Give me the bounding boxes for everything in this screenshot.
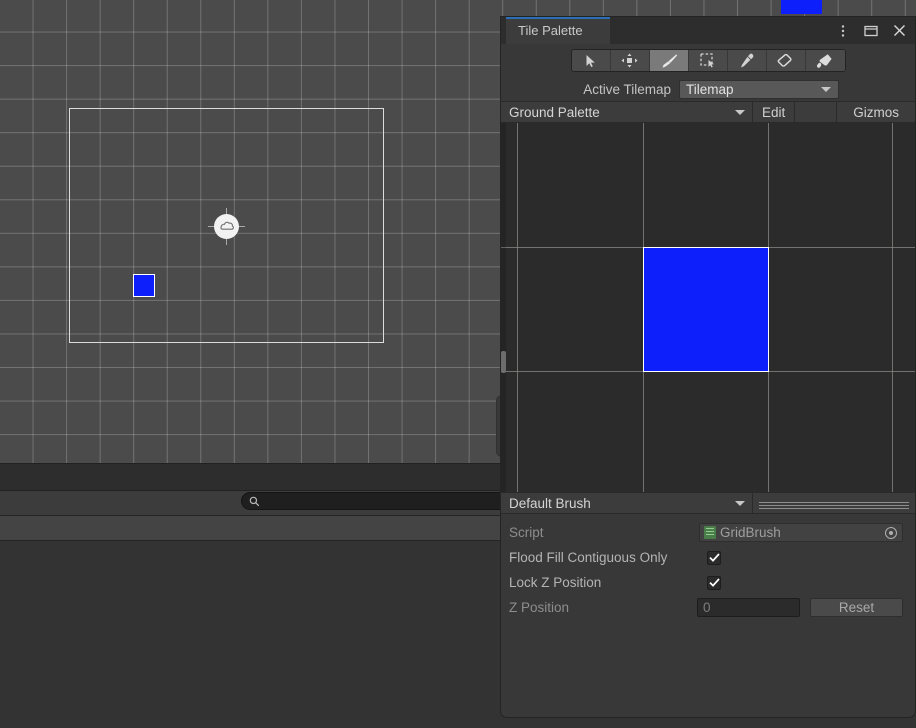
scrollbar-thumb[interactable] <box>501 351 506 373</box>
chevron-down-icon <box>735 110 745 115</box>
brush-inspector: Script GridBrush Flood Fill Contiguous O… <box>501 514 915 620</box>
paintbrush-icon <box>662 53 677 68</box>
z-position-input[interactable]: 0 <box>696 598 800 617</box>
tool-erase[interactable] <box>766 50 806 71</box>
lock-z-checkbox[interactable] <box>707 575 721 590</box>
slider-line <box>759 505 909 506</box>
slider-line <box>759 502 909 503</box>
background-blue-tile <box>781 0 822 14</box>
palette-gridline-v <box>517 123 518 492</box>
flood-fill-label: Flood Fill Contiguous Only <box>509 550 668 565</box>
maximize-icon[interactable] <box>863 23 879 39</box>
script-label: Script <box>509 525 544 540</box>
tile-palette-window: Tile Palette Active Tilemap Tilemap Grou… <box>500 16 916 718</box>
script-field-row: Script GridBrush <box>509 520 903 545</box>
scene-painted-tile <box>133 274 155 297</box>
tool-paint[interactable] <box>649 50 689 71</box>
palette-selector-row: Ground Palette Edit Gizmos <box>501 101 915 123</box>
brush-name: Default Brush <box>509 495 591 511</box>
arrow-cursor-icon <box>586 54 595 67</box>
palette-dropdown[interactable]: Ground Palette <box>501 102 753 122</box>
edit-button[interactable]: Edit <box>753 102 796 122</box>
flood-fill-row: Flood Fill Contiguous Only <box>509 545 903 570</box>
gizmos-button[interactable]: Gizmos <box>837 102 915 122</box>
palette-toolbar <box>501 44 915 77</box>
palette-title-bar: Tile Palette <box>501 17 915 44</box>
lock-z-row: Lock Z Position <box>509 570 903 595</box>
tool-select[interactable] <box>571 50 611 71</box>
brush-dropdown[interactable]: Default Brush <box>501 493 753 513</box>
tab-label: Tile Palette <box>518 23 583 38</box>
check-icon <box>708 553 720 562</box>
move-icon <box>621 53 638 68</box>
palette-name: Ground Palette <box>509 104 600 120</box>
brush-selector-row: Default Brush <box>501 492 915 514</box>
box-select-icon <box>699 53 714 68</box>
flood-fill-checkbox[interactable] <box>707 550 721 565</box>
editor-root: Tile Palette Active Tilemap Tilemap Grou… <box>0 0 916 728</box>
active-tilemap-value: Tilemap <box>686 81 734 97</box>
reset-label: Reset <box>838 600 875 615</box>
tool-box-fill[interactable] <box>688 50 728 71</box>
search-icon <box>249 496 260 506</box>
camera-gizmo[interactable] <box>214 214 239 239</box>
z-position-label: Z Position <box>509 600 570 615</box>
check-icon <box>708 578 720 587</box>
brush-size-slider[interactable] <box>753 493 915 513</box>
gizmos-label: Gizmos <box>853 104 900 120</box>
object-picker-icon[interactable] <box>885 526 897 539</box>
z-position-row: Z Position 0 Reset <box>509 595 903 620</box>
chevron-down-icon <box>735 501 745 506</box>
paint-bucket-icon <box>816 53 832 68</box>
window-menu-icon[interactable] <box>835 23 851 39</box>
palette-tile-blue[interactable] <box>643 247 769 372</box>
eyedropper-icon <box>740 53 753 68</box>
z-position-value: 0 <box>702 600 711 615</box>
close-icon[interactable] <box>891 23 907 39</box>
active-tilemap-row: Active Tilemap Tilemap <box>501 77 915 101</box>
palette-gridline-v <box>892 123 893 492</box>
lock-z-label: Lock Z Position <box>509 575 602 590</box>
title-action-group <box>835 17 907 44</box>
palette-vertical-scrollbar[interactable] <box>501 123 506 492</box>
reset-button[interactable]: Reset <box>809 598 903 617</box>
active-tilemap-dropdown[interactable]: Tilemap <box>679 79 839 99</box>
chevron-down-icon <box>821 87 831 92</box>
tool-picker[interactable] <box>727 50 767 71</box>
palette-toolbar-spacer <box>795 102 838 122</box>
tool-move[interactable] <box>610 50 650 71</box>
script-object-field[interactable]: GridBrush <box>699 523 903 542</box>
palette-grid-canvas[interactable] <box>501 123 915 492</box>
eraser-icon <box>777 53 792 67</box>
slider-line <box>759 508 909 509</box>
active-tilemap-label: Active Tilemap <box>583 81 671 97</box>
script-value: GridBrush <box>720 525 781 540</box>
edit-label: Edit <box>762 104 786 120</box>
tool-button-group <box>570 49 846 72</box>
tab-tile-palette[interactable]: Tile Palette <box>506 17 610 44</box>
script-asset-icon <box>704 526 716 539</box>
tool-fill[interactable] <box>805 50 845 71</box>
